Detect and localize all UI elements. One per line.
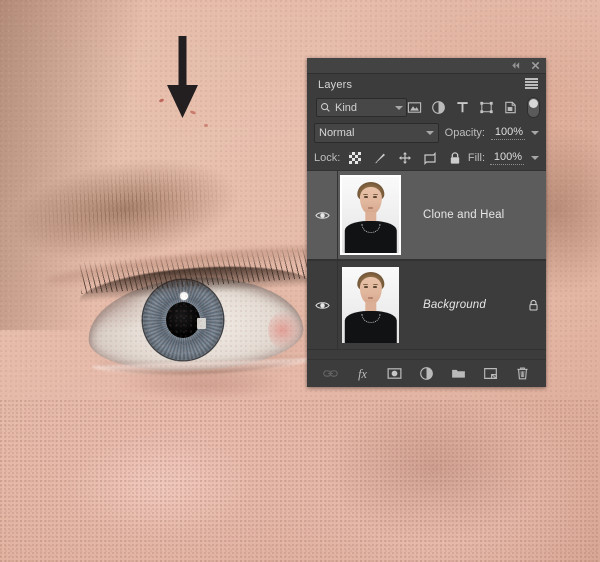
search-icon	[320, 102, 331, 113]
layer-column-divider	[337, 171, 338, 259]
lock-label: Lock:	[314, 152, 340, 164]
pixel-layers-filter-icon[interactable]	[407, 100, 422, 115]
fill-label: Fill:	[468, 152, 485, 164]
chevron-down-icon[interactable]	[395, 106, 403, 110]
panel-menu-icon[interactable]	[525, 78, 538, 89]
layer-visibility-toggle[interactable]	[307, 261, 337, 349]
add-layer-mask-icon[interactable]	[387, 366, 402, 381]
lock-position-icon[interactable]	[398, 151, 412, 165]
blend-mode-value: Normal	[319, 127, 354, 139]
lock-transparent-pixels-icon[interactable]	[348, 151, 362, 165]
opacity-value[interactable]: 100%	[491, 126, 525, 140]
layers-panel-toolbar[interactable]: fx	[307, 359, 546, 387]
adjustment-layers-filter-icon[interactable]	[431, 100, 446, 115]
layer-filter-row[interactable]: Kind	[307, 95, 546, 120]
fill-value[interactable]: 100%	[490, 151, 524, 165]
fill-chevron-down-icon[interactable]	[531, 156, 539, 160]
layer-thumbnail-wrap[interactable]	[342, 177, 399, 253]
delete-layer-icon[interactable]	[515, 366, 530, 381]
thumbnail-portrait	[342, 177, 399, 253]
layer-thumbnail[interactable]	[342, 267, 399, 343]
layer-thumbnail[interactable]	[342, 177, 399, 253]
opacity-chevron-down-icon[interactable]	[531, 131, 539, 135]
svg-text:fx: fx	[358, 367, 367, 381]
eye-icon[interactable]	[315, 300, 330, 311]
layer-name-label[interactable]: Clone and Heal	[399, 209, 520, 221]
down-arrow-annotation	[160, 36, 206, 118]
blend-mode-select[interactable]: Normal	[314, 123, 439, 143]
blend-mode-row[interactable]: Normal Opacity: 100%	[307, 120, 546, 145]
opacity-label: Opacity:	[445, 127, 485, 139]
eye-icon[interactable]	[315, 210, 330, 221]
panel-window-controls	[510, 58, 541, 73]
layer-column-divider	[337, 261, 338, 349]
layer-row-clone-and-heal[interactable]: Clone and Heal	[307, 170, 546, 260]
smart-objects-filter-icon[interactable]	[503, 100, 518, 115]
lock-icon	[527, 298, 540, 312]
new-group-icon[interactable]	[451, 366, 466, 381]
layer-thumbnail-wrap[interactable]	[342, 267, 399, 343]
chevron-down-icon[interactable]	[426, 131, 434, 135]
filter-kind-value: Kind	[335, 102, 357, 114]
layer-locked-badge	[520, 298, 546, 312]
lock-buttons[interactable]	[348, 151, 462, 165]
link-layers-icon[interactable]	[323, 366, 338, 381]
layer-name-label[interactable]: Background	[399, 299, 520, 311]
lock-all-icon[interactable]	[448, 151, 462, 165]
add-layer-style-icon[interactable]: fx	[355, 366, 370, 381]
close-icon[interactable]	[530, 60, 541, 71]
thumbnail-portrait	[342, 267, 399, 343]
panel-title-bar	[307, 58, 546, 73]
layer-list[interactable]: Clone and Heal	[307, 170, 546, 350]
filter-type-icons[interactable]	[407, 97, 542, 118]
tab-layers-label: Layers	[318, 79, 352, 91]
lock-artboard-nesting-icon[interactable]	[423, 151, 437, 165]
cheek-pore-texture	[0, 400, 600, 562]
tab-bar-filler	[363, 74, 546, 95]
new-layer-icon[interactable]	[483, 366, 498, 381]
forehead-blemish	[204, 124, 208, 127]
lock-row[interactable]: Lock: Fill: 1	[307, 145, 546, 170]
filter-enable-toggle[interactable]	[527, 97, 540, 118]
shape-layers-filter-icon[interactable]	[479, 100, 494, 115]
panel-tab-bar[interactable]: Layers	[307, 73, 546, 95]
tab-layers[interactable]: Layers	[307, 74, 363, 95]
filter-kind-select[interactable]: Kind	[316, 98, 407, 117]
new-fill-adjustment-layer-icon[interactable]	[419, 366, 434, 381]
collapse-to-icons-icon[interactable]	[510, 60, 521, 71]
layers-panel[interactable]: Layers Kind	[307, 58, 546, 387]
layer-row-background[interactable]: Background	[307, 260, 546, 350]
type-layers-filter-icon[interactable]	[455, 100, 470, 115]
layer-visibility-toggle[interactable]	[307, 171, 337, 259]
lock-image-pixels-icon[interactable]	[373, 151, 387, 165]
